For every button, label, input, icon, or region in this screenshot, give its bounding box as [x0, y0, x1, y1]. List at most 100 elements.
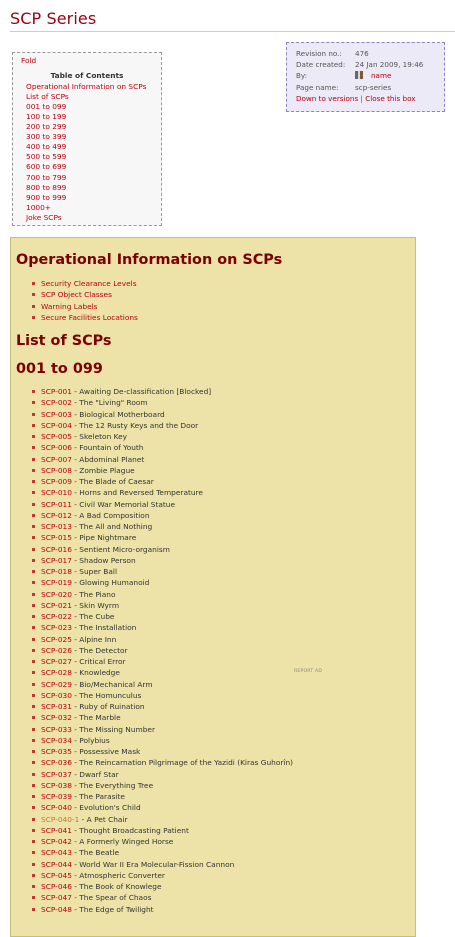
scp-link[interactable]: SCP-002	[41, 398, 72, 407]
scp-link[interactable]: SCP-016	[41, 545, 72, 554]
scp-link[interactable]: SCP-005	[41, 432, 72, 441]
scp-link[interactable]: SCP-010	[41, 488, 72, 497]
scp-link[interactable]: SCP-018	[41, 567, 72, 576]
scp-title: The "Living" Room	[79, 398, 148, 408]
scp-list-item: SCP-037 - Dwarf Star	[31, 769, 293, 780]
scp-list-item: SCP-022 - The Cube	[31, 611, 293, 622]
toc-item[interactable]: 500 to 599	[26, 152, 161, 162]
toc-fold-link[interactable]: Fold	[21, 56, 161, 66]
scp-link[interactable]: SCP-034	[41, 736, 72, 745]
scp-link[interactable]: SCP-008	[41, 466, 72, 475]
scp-list-item: SCP-009 - The Blade of Caesar	[31, 476, 293, 487]
scp-link[interactable]: SCP-040-1	[41, 815, 79, 824]
scp-link[interactable]: SCP-042	[41, 837, 72, 846]
operational-info-heading: Operational Information on SCPs	[16, 252, 283, 268]
scp-link[interactable]: SCP-004	[41, 421, 72, 430]
operational-info-item: Security Clearance Levels	[31, 278, 138, 289]
toc-item[interactable]: 800 to 899	[26, 183, 161, 193]
scp-list-item: SCP-011 - Civil War Memorial Statue	[31, 499, 293, 510]
operational-info-link[interactable]: Secure Facilities Locations	[41, 313, 138, 322]
scp-title: Bio/Mechanical Arm	[79, 679, 153, 689]
scp-link[interactable]: SCP-003	[41, 410, 72, 419]
scp-list-item: SCP-029 - Bio/Mechanical Arm	[31, 679, 293, 690]
scp-list-item: SCP-030 - The Homunculus	[31, 690, 293, 701]
scp-title: The All and Nothing	[79, 522, 153, 531]
operational-info-link[interactable]: Security Clearance Levels	[41, 279, 137, 288]
toc-item[interactable]: Joke SCPs	[26, 213, 161, 223]
scp-list-item: SCP-006 - Fountain of Youth	[31, 442, 293, 453]
scp-link[interactable]: SCP-015	[41, 533, 72, 542]
created-label: Date created:	[296, 60, 346, 70]
toc-item[interactable]: 100 to 199	[26, 112, 161, 122]
scp-title: The Beatle	[79, 848, 120, 858]
scp-link[interactable]: SCP-019	[41, 578, 72, 587]
scp-link[interactable]: SCP-023	[41, 623, 72, 632]
toc-item[interactable]: 900 to 999	[26, 193, 161, 203]
scp-link[interactable]: SCP-021	[41, 601, 72, 610]
scp-link[interactable]: SCP-039	[41, 792, 72, 801]
toc-item[interactable]: 600 to 699	[26, 162, 161, 172]
scp-link[interactable]: SCP-038	[41, 781, 72, 790]
toc-item[interactable]: 1000+	[26, 203, 161, 213]
scp-title: Fountain of Youth	[79, 443, 144, 453]
scp-link[interactable]: SCP-046	[41, 882, 72, 891]
scp-link[interactable]: SCP-030	[41, 691, 72, 700]
scp-list-item: SCP-013 - The All and Nothing	[31, 521, 293, 532]
scp-list-item: SCP-007 - Abdominal Planet	[31, 454, 293, 465]
scp-link[interactable]: SCP-028	[41, 668, 72, 677]
toc-item[interactable]: 001 to 099	[26, 102, 161, 112]
scp-link[interactable]: SCP-029	[41, 680, 72, 689]
scp-title: The Blade of Caesar	[79, 477, 154, 486]
scp-link[interactable]: SCP-022	[41, 612, 72, 621]
toc-item[interactable]: 300 to 399	[26, 132, 161, 142]
scp-title: Alpine Inn	[79, 634, 117, 644]
operational-info-link[interactable]: SCP Object Classes	[41, 290, 112, 299]
operational-info-item: SCP Object Classes	[31, 289, 138, 300]
author-avatar-icon[interactable]	[355, 71, 363, 80]
scp-list-item: SCP-001 - Awaiting De-classification [Bl…	[31, 386, 293, 397]
scp-link[interactable]: SCP-017	[41, 556, 72, 565]
scp-link[interactable]: SCP-048	[41, 905, 72, 914]
toc-item[interactable]: List of SCPs	[26, 92, 161, 102]
scp-link[interactable]: SCP-037	[41, 770, 72, 779]
scp-link[interactable]: SCP-036	[41, 758, 72, 767]
scp-list-item: SCP-041 - Thought Broadcasting Patient	[31, 825, 293, 836]
scp-link[interactable]: SCP-040	[41, 803, 72, 812]
scp-link[interactable]: SCP-031	[41, 702, 72, 711]
scp-link[interactable]: SCP-006	[41, 443, 72, 452]
report-ad-link[interactable]: REPORT AD	[294, 669, 322, 674]
scp-link[interactable]: SCP-011	[41, 500, 72, 509]
toc-item[interactable]: Operational Information on SCPs	[26, 82, 161, 92]
scp-link[interactable]: SCP-035	[41, 747, 72, 756]
scp-list-item: SCP-032 - The Marble	[31, 712, 293, 723]
scp-link[interactable]: SCP-043	[41, 848, 72, 857]
scp-link[interactable]: SCP-012	[41, 511, 72, 520]
scp-link[interactable]: SCP-009	[41, 477, 72, 486]
scp-title: Civil War Memorial Statue	[79, 499, 176, 509]
scp-link[interactable]: SCP-025	[41, 635, 72, 644]
scp-link[interactable]: SCP-007	[41, 455, 72, 464]
scp-link[interactable]: SCP-041	[41, 826, 72, 835]
down-to-versions-link[interactable]: Down to versions	[296, 94, 358, 103]
scp-link[interactable]: SCP-045	[41, 871, 72, 880]
scp-link[interactable]: SCP-047	[41, 893, 72, 902]
author-link[interactable]: name	[371, 71, 391, 80]
toc-item[interactable]: 400 to 499	[26, 142, 161, 152]
operational-info-link[interactable]: Warning Labels	[41, 302, 98, 311]
scp-link[interactable]: SCP-020	[41, 590, 72, 599]
toc-item[interactable]: 200 to 299	[26, 122, 161, 132]
toc-item[interactable]: 700 to 799	[26, 173, 161, 183]
scp-link[interactable]: SCP-001	[41, 387, 72, 396]
scp-link[interactable]: SCP-044	[41, 860, 72, 869]
scp-title: Glowing Humanoid	[79, 578, 150, 588]
scp-list-item: SCP-004 - The 12 Rusty Keys and the Door	[31, 420, 293, 431]
scp-link[interactable]: SCP-026	[41, 646, 72, 655]
scp-title: Thought Broadcasting Patient	[79, 825, 189, 835]
scp-link[interactable]: SCP-027	[41, 657, 72, 666]
scp-title: Horns and Reversed Temperature	[79, 488, 203, 498]
scp-title: The Cube	[79, 612, 115, 621]
scp-link[interactable]: SCP-013	[41, 522, 72, 531]
close-box-link[interactable]: Close this box	[365, 94, 415, 103]
scp-link[interactable]: SCP-032	[41, 713, 72, 722]
scp-link[interactable]: SCP-033	[41, 725, 72, 734]
